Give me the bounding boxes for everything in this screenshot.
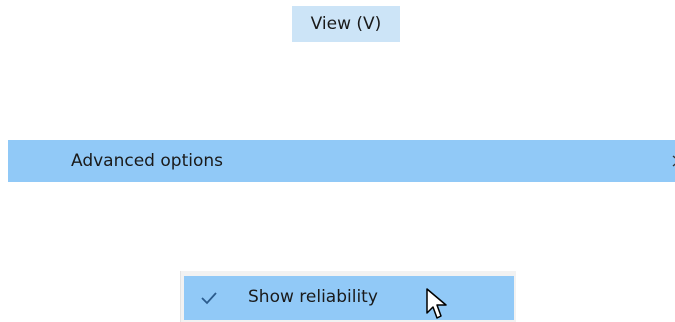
show-reliability-menu-item[interactable]: Show reliability xyxy=(184,276,514,320)
checkmark-icon xyxy=(201,292,217,305)
chevron-right-icon xyxy=(672,155,675,167)
view-menu-label: View (V) xyxy=(310,14,382,34)
advanced-options-menu-item[interactable]: Advanced options xyxy=(8,140,675,182)
advanced-options-label: Advanced options xyxy=(71,151,223,171)
show-reliability-label: Show reliability xyxy=(248,287,378,307)
view-menu[interactable]: View (V) xyxy=(292,6,400,42)
